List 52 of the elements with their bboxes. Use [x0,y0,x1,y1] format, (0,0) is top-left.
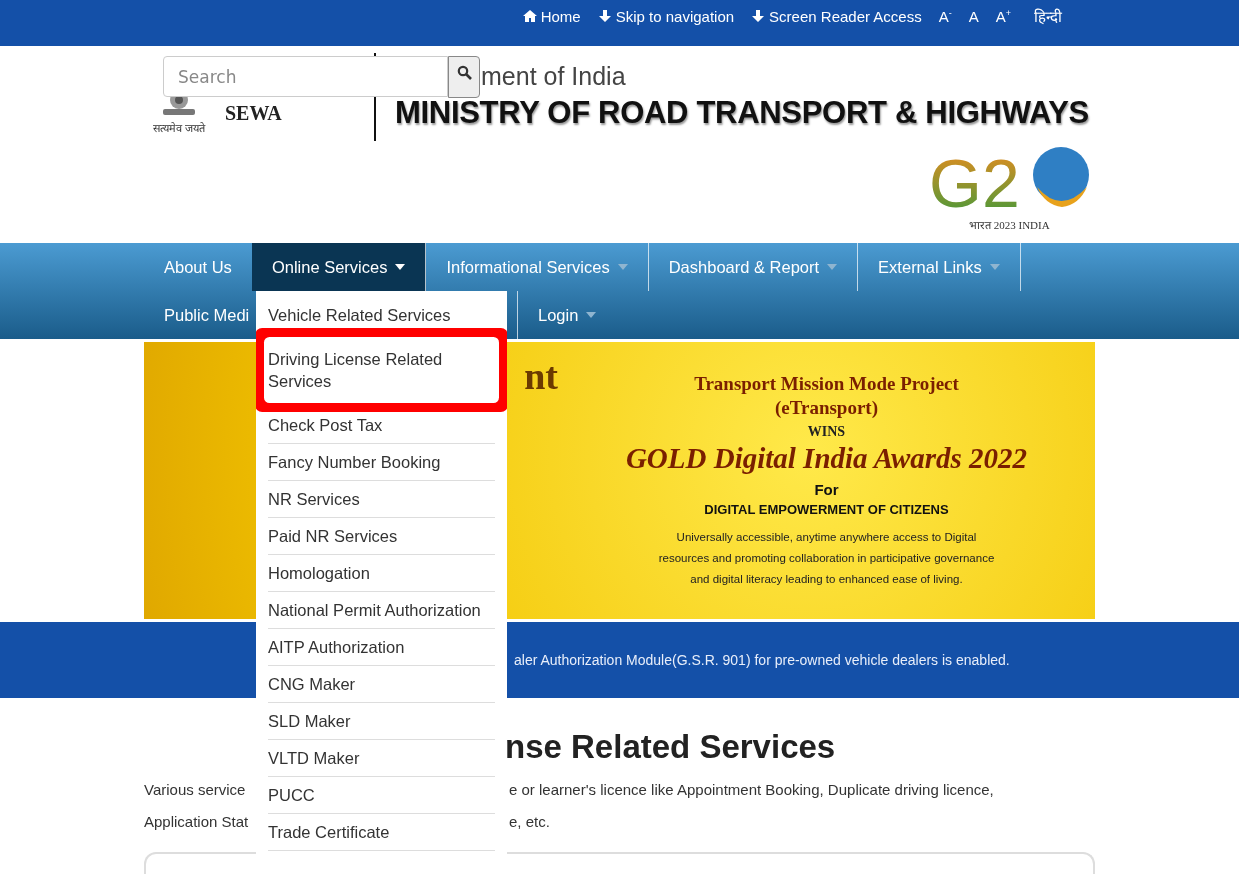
menu-item[interactable]: NR Services [268,481,495,518]
ministry-title: MINISTRY OF ROAD TRANSPORT & HIGHWAYS [395,95,1089,131]
nav-item[interactable]: Dashboard & Report [648,243,859,291]
search-icon [456,65,472,80]
description-text: Application Stat [144,812,249,832]
top-link[interactable]: Home [522,7,581,25]
government-title: ment of India [481,61,627,91]
banner-text: For [814,481,839,498]
description-text: e or learner's licence like Appointment Booking, Duplicate driving licence, [509,780,994,800]
arrow-down-icon [751,9,766,23]
banner-theme: DIGITAL EMPOWERMENT OF CITIZENS [704,502,949,517]
g20-tagline: भारत 2023 INDIA [969,219,1050,231]
font-size-button[interactable]: A$^{-}$ [938,7,952,25]
font-size-button[interactable]: A$^{+}$ [995,7,1011,25]
notice-text: aler Authorization Module(G.S.R. 901) for pre-owned vehicle dealers is enabled. [513,652,1011,668]
menu-item[interactable]: Trade Certificate [268,814,495,851]
top-link[interactable]: Screen Reader Access [751,7,922,25]
banner-description: Universally accessible, anytime anywhere access to Digital resources and promoting collaboration in participative governance and digital literacy leading to enhanced ease of living. [658,530,995,587]
banner-title: Transport Mission Mode Project [694,372,959,396]
portal-name: SEWA [225,102,282,126]
menu-item[interactable]: National Permit Authorization [268,592,495,629]
menu-item[interactable]: CNG Maker [268,666,495,703]
top-link[interactable]: Skip to navigation [597,7,735,25]
banner-subtitle: (eTransport) [774,396,879,420]
menu-item[interactable]: Vehicle Related Services [268,297,495,334]
description-text: Various service [144,780,246,800]
arrow-down-icon [597,9,612,23]
globe-lotus-icon [1033,147,1089,207]
menu-item[interactable]: AITP Authorization [268,629,495,666]
description-text: e, etc. [509,812,550,832]
menu-item[interactable]: SLD Maker [268,703,495,740]
font-size-button[interactable]: A [968,7,979,25]
nav-item[interactable]: Online Services [251,243,427,291]
search-field[interactable]: Search [163,56,448,97]
menu-item[interactable]: Fancy Number Booking [268,444,495,481]
menu-item[interactable]: PUCC [268,777,495,814]
award-title: GOLD Digital India Awards 2022 [625,442,1028,475]
banner-text: WINS [807,424,846,440]
nav-item[interactable]: External Links [858,243,1021,291]
g20-mark: G2 [929,145,1020,221]
menu-item[interactable]: Paid NR Services [268,518,495,555]
search-button[interactable] [448,56,480,98]
section-heading: nse Related Services [505,728,837,766]
language-link[interactable]: हिन्दी [1034,6,1062,26]
nav-item[interactable]: Login [518,291,617,339]
nav-item[interactable]: About Us [144,243,252,291]
menu-item[interactable]: Check Post Tax [268,407,495,444]
banner-text: nt [524,355,558,397]
menu-item[interactable]: VLTD Maker [268,740,495,777]
emblem-motto: सत्यमेव जयते [152,121,206,135]
menu-item[interactable]: Homologation [268,555,495,592]
home-icon [522,9,537,23]
